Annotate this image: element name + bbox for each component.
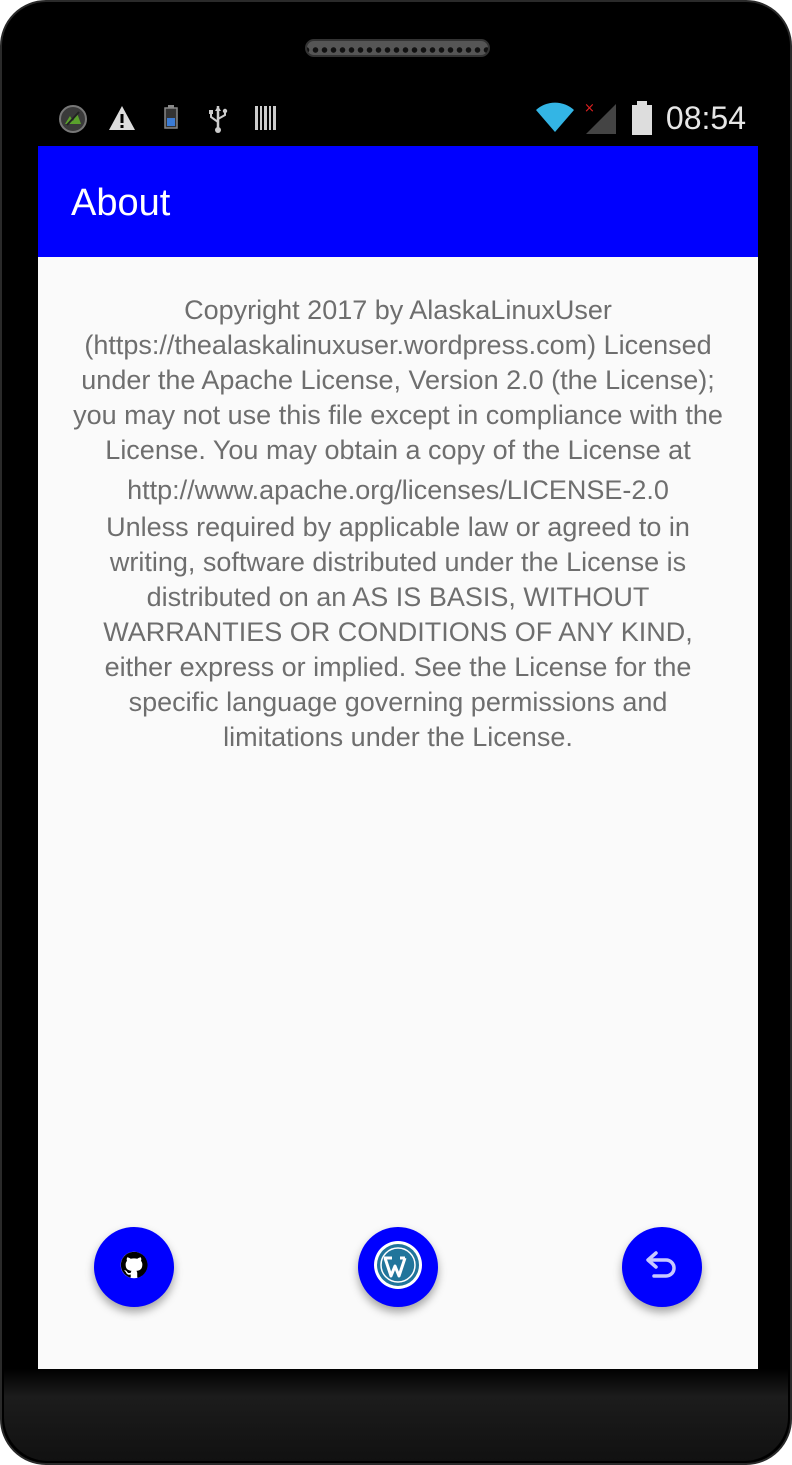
status-time: 08:54 xyxy=(665,100,746,136)
page-title: About xyxy=(71,182,171,224)
svg-text:×: × xyxy=(584,101,595,116)
license-paragraph-copyright: Copyright 2017 by AlaskaLinuxUser (https… xyxy=(73,295,723,465)
battery-small-icon xyxy=(163,104,179,130)
github-icon xyxy=(120,1251,148,1283)
phone-bottom-bezel xyxy=(4,1369,788,1461)
phone-frame: × 08:54 About Copyright 2017 by AlaskaLi… xyxy=(0,0,792,1465)
warning-icon xyxy=(108,104,136,132)
speaker-grille xyxy=(305,39,490,57)
barcode-icon xyxy=(254,104,278,132)
license-text: Copyright 2017 by AlaskaLinuxUser (https… xyxy=(68,293,728,755)
wifi-icon xyxy=(534,100,576,134)
github-button[interactable] xyxy=(94,1227,174,1307)
battery-icon xyxy=(630,100,654,136)
usb-icon xyxy=(206,104,230,134)
wordpress-icon xyxy=(372,1239,424,1295)
signal-icon: × xyxy=(582,100,618,136)
about-content[interactable]: Copyright 2017 by AlaskaLinuxUser (https… xyxy=(38,257,758,1375)
wordpress-button[interactable] xyxy=(358,1227,438,1307)
back-button[interactable] xyxy=(622,1227,702,1307)
license-url: http://www.apache.org/licenses/LICENSE-2… xyxy=(127,475,669,505)
undo-icon xyxy=(644,1250,680,1284)
license-paragraph-disclaimer: Unless required by applicable law or agr… xyxy=(103,512,693,752)
status-bar: × 08:54 xyxy=(38,90,758,146)
app-bar: About xyxy=(38,146,758,257)
app-notification-icon xyxy=(58,104,88,134)
